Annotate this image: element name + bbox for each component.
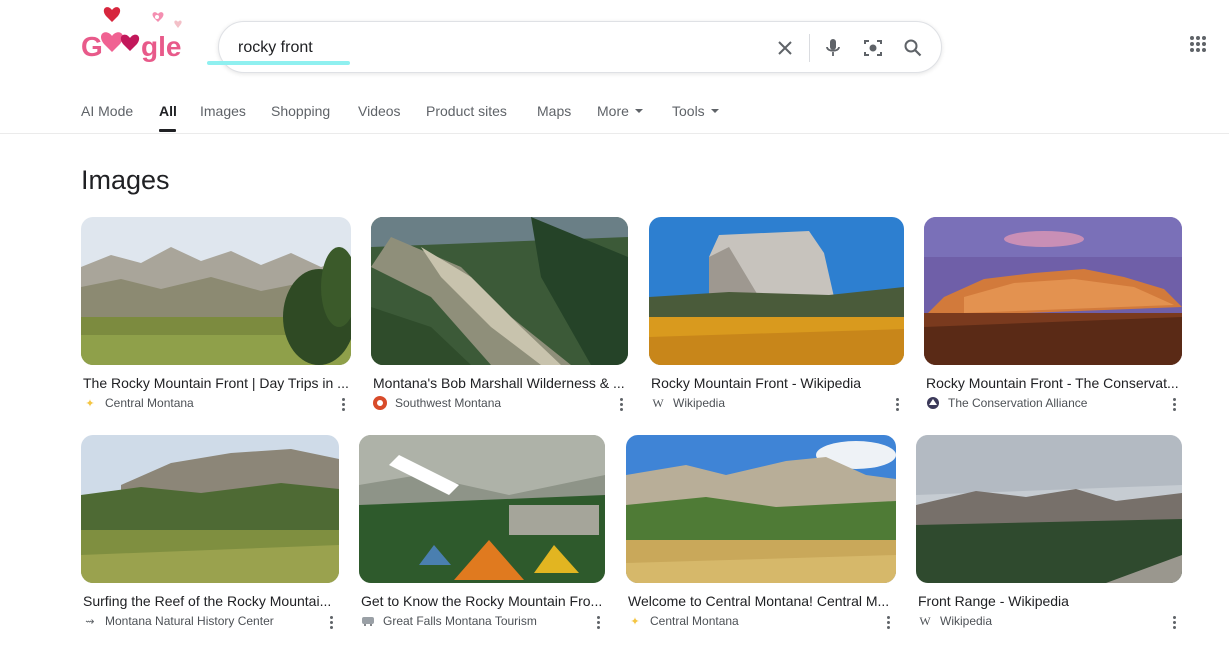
bus-icon — [361, 614, 375, 628]
result-source[interactable]: W Wikipedia — [918, 613, 993, 629]
more-options-icon[interactable] — [590, 614, 606, 630]
active-tab-indicator — [159, 129, 176, 132]
tab-videos[interactable]: Videos — [358, 103, 401, 119]
result-thumbnail[interactable] — [81, 217, 351, 365]
tab-shopping[interactable]: Shopping — [271, 103, 330, 119]
more-options-icon[interactable] — [323, 614, 339, 630]
result-title[interactable]: Rocky Mountain Front - The Conservat... — [926, 375, 1180, 391]
result-title[interactable]: Get to Know the Rocky Mountain Fro... — [361, 593, 603, 609]
google-doodle-logo: G gle — [81, 5, 227, 62]
chevron-down-icon — [634, 109, 643, 113]
result-thumbnail[interactable] — [649, 217, 904, 365]
search-highlight — [207, 61, 350, 65]
bird-icon: ⇝ — [85, 615, 95, 628]
google-logo[interactable]: G gle — [78, 4, 227, 64]
more-options-icon[interactable] — [335, 396, 351, 412]
tab-more[interactable]: More — [597, 103, 643, 119]
result-thumbnail[interactable] — [359, 435, 605, 583]
clear-icon[interactable] — [771, 34, 799, 62]
tab-ai-mode[interactable]: AI Mode — [81, 103, 133, 119]
svg-text:gle: gle — [141, 31, 181, 62]
camera-lens-icon[interactable] — [859, 34, 887, 62]
more-options-icon[interactable] — [1166, 396, 1182, 412]
tools-label: Tools — [672, 103, 705, 119]
images-section-title: Images — [81, 165, 170, 195]
wikipedia-icon: W — [919, 613, 931, 628]
result-source[interactable]: Great Falls Montana Tourism — [361, 614, 537, 628]
search-input[interactable] — [238, 36, 758, 60]
search-tabs: AI Mode All Images Shopping Videos Produ… — [0, 94, 1229, 134]
source-name: Montana Natural History Center — [105, 614, 274, 628]
result-source[interactable]: The Conservation Alliance — [926, 396, 1087, 410]
tab-maps[interactable]: Maps — [537, 103, 571, 119]
more-options-icon[interactable] — [613, 396, 629, 412]
result-thumbnail[interactable] — [924, 217, 1182, 365]
result-title[interactable]: The Rocky Mountain Front | Day Trips in … — [83, 375, 349, 391]
result-source[interactable]: W Wikipedia — [651, 395, 726, 411]
result-source[interactable]: ✦ Central Montana — [83, 396, 194, 410]
more-options-icon[interactable] — [880, 614, 896, 630]
sparkle-icon: ✦ — [85, 397, 95, 410]
search-icon[interactable] — [899, 34, 927, 62]
more-options-icon[interactable] — [889, 396, 905, 412]
result-title[interactable]: Front Range - Wikipedia — [918, 593, 1180, 609]
result-source[interactable]: Southwest Montana — [373, 396, 501, 410]
microphone-icon[interactable] — [819, 34, 847, 62]
source-name: Wikipedia — [673, 396, 726, 410]
source-name: The Conservation Alliance — [948, 396, 1088, 410]
source-name: Central Montana — [650, 614, 739, 628]
result-title[interactable]: Welcome to Central Montana! Central M... — [628, 593, 894, 609]
result-thumbnail[interactable] — [371, 217, 628, 365]
search-divider — [809, 34, 810, 62]
result-title[interactable]: Rocky Mountain Front - Wikipedia — [651, 375, 902, 391]
tab-all[interactable]: All — [159, 103, 177, 119]
tools-button[interactable]: Tools — [672, 103, 719, 119]
svg-text:G: G — [81, 31, 103, 62]
result-thumbnail[interactable] — [916, 435, 1182, 583]
wikipedia-icon: W — [652, 395, 664, 410]
tab-product-sites[interactable]: Product sites — [426, 103, 507, 119]
result-title[interactable]: Montana's Bob Marshall Wilderness & ... — [373, 375, 626, 391]
source-name: Southwest Montana — [395, 396, 502, 410]
sparkle-icon: ✦ — [630, 615, 640, 628]
source-name: Central Montana — [105, 396, 194, 410]
result-thumbnail[interactable] — [81, 435, 339, 583]
result-source[interactable]: ✦ Central Montana — [628, 614, 739, 628]
result-thumbnail[interactable] — [626, 435, 896, 583]
conservation-icon — [926, 396, 940, 410]
search-box[interactable] — [218, 21, 942, 73]
tab-more-label: More — [597, 103, 629, 119]
more-options-icon[interactable] — [1166, 614, 1182, 630]
apps-grid-icon[interactable] — [1189, 35, 1215, 61]
source-name: Wikipedia — [940, 614, 993, 628]
swirl-icon — [373, 396, 387, 410]
source-name: Great Falls Montana Tourism — [383, 614, 537, 628]
result-source[interactable]: ⇝ Montana Natural History Center — [83, 614, 274, 628]
result-title[interactable]: Surfing the Reef of the Rocky Mountai... — [83, 593, 337, 609]
tab-images[interactable]: Images — [200, 103, 246, 119]
chevron-down-icon — [710, 109, 719, 113]
